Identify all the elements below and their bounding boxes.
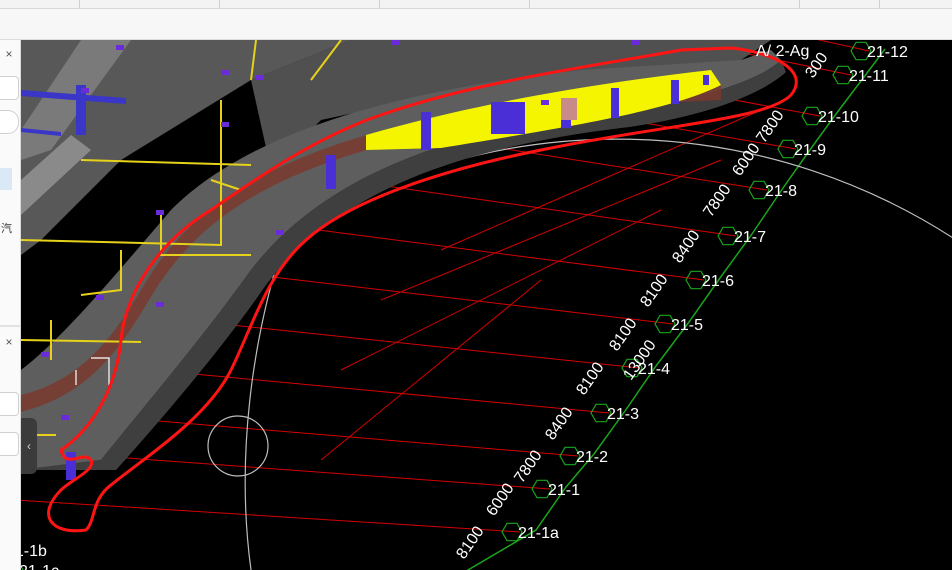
axis-label: 21-11 xyxy=(849,68,889,85)
axis-label: 21-7 xyxy=(734,229,766,246)
panel-divider xyxy=(0,325,20,327)
axis-label: 21-10 xyxy=(818,109,859,126)
3d-model-viewport[interactable]: 21-12300 21-1121-10780021-9600021-8780021… xyxy=(21,40,952,570)
top-tab[interactable] xyxy=(800,0,880,8)
panel-label: 汽 xyxy=(1,223,12,235)
axis-label: 21-9 xyxy=(794,142,826,159)
axis-label: 21-12 xyxy=(867,44,908,61)
axis-label: 21-1c xyxy=(21,563,59,570)
panel-field[interactable] xyxy=(0,432,19,456)
top-tab[interactable] xyxy=(0,0,80,8)
axis-label: 21-8 xyxy=(765,183,797,200)
axis-label: 21-6 xyxy=(702,273,734,290)
clipped-axis-label: A/ 2-Ag xyxy=(756,43,809,60)
panel-toggle[interactable] xyxy=(0,110,19,134)
top-tab-strip xyxy=(0,0,952,9)
axis-label: 21-1a xyxy=(518,525,559,542)
panel-field[interactable] xyxy=(0,76,19,100)
panel-close-icon[interactable]: × xyxy=(2,48,16,60)
axis-21-1c[interactable]: 21-1c xyxy=(21,561,59,570)
axis-label: 21-5 xyxy=(671,317,703,334)
panel-field[interactable] xyxy=(0,392,19,416)
top-tab[interactable] xyxy=(380,0,530,8)
axis-label: 21-3 xyxy=(607,406,639,423)
toolbar xyxy=(0,9,952,40)
panel-close-icon[interactable]: × xyxy=(2,336,16,348)
panel-selected-item[interactable] xyxy=(0,168,12,190)
top-tab[interactable] xyxy=(220,0,380,8)
top-tab[interactable] xyxy=(80,0,220,8)
axis-label: 21-1b xyxy=(21,543,47,560)
panel-collapse-button[interactable]: ‹ xyxy=(21,418,37,474)
top-tab[interactable] xyxy=(530,0,800,8)
axis-label: 21-1 xyxy=(548,482,580,499)
axis-21-1b[interactable]: 21-1b xyxy=(21,541,47,560)
left-panel: × 汽 × xyxy=(0,40,21,570)
axis-label: 21-2 xyxy=(576,449,608,466)
